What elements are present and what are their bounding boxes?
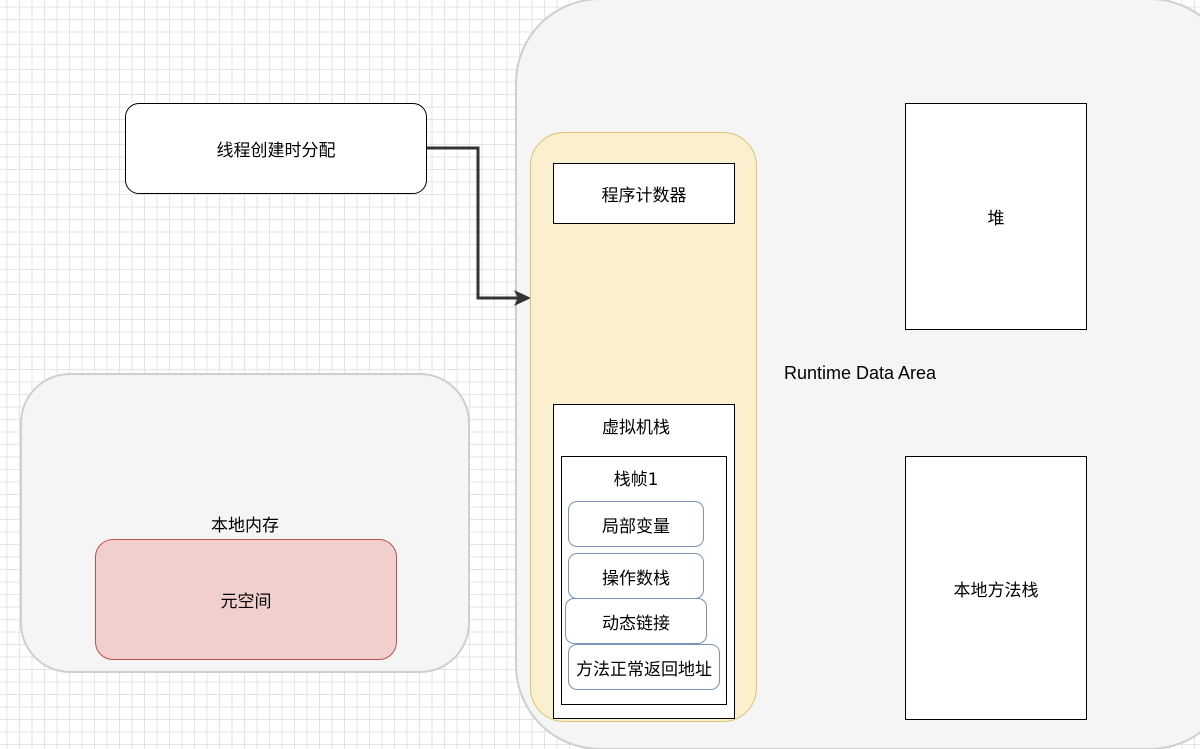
local-variables-box[interactable]: 局部变量 <box>568 501 704 547</box>
dynamic-linking-box[interactable]: 动态链接 <box>565 598 707 644</box>
operand-stack-box[interactable]: 操作数栈 <box>568 553 704 599</box>
native-method-stack-box[interactable]: 本地方法栈 <box>905 456 1087 720</box>
thread-alloc-label: 线程创建时分配 <box>216 141 336 161</box>
return-address-box[interactable]: 方法正常返回地址 <box>568 644 720 690</box>
thread-alloc-box[interactable]: 线程创建时分配 <box>125 103 427 194</box>
heap-box[interactable]: 堆 <box>905 103 1087 330</box>
metaspace-label: 元空间 <box>220 592 272 612</box>
metaspace-box[interactable]: 元空间 <box>95 539 397 660</box>
runtime-data-area-label: Runtime Data Area <box>783 362 937 383</box>
dynamic-linking-label: 动态链接 <box>602 613 670 634</box>
heap-label: 堆 <box>987 209 1005 229</box>
program-counter-label: 程序计数器 <box>601 186 687 206</box>
operand-stack-label: 操作数栈 <box>602 568 670 589</box>
return-address-label: 方法正常返回地址 <box>576 659 712 680</box>
native-memory-label: 本地内存 <box>211 515 279 536</box>
native-method-stack-label: 本地方法栈 <box>953 580 1039 601</box>
program-counter-box[interactable]: 程序计数器 <box>553 163 735 224</box>
jvm-stack-label: 虚拟机栈 <box>602 417 670 438</box>
local-variables-label: 局部变量 <box>602 516 670 537</box>
stack-frame-label: 栈帧1 <box>613 469 659 490</box>
